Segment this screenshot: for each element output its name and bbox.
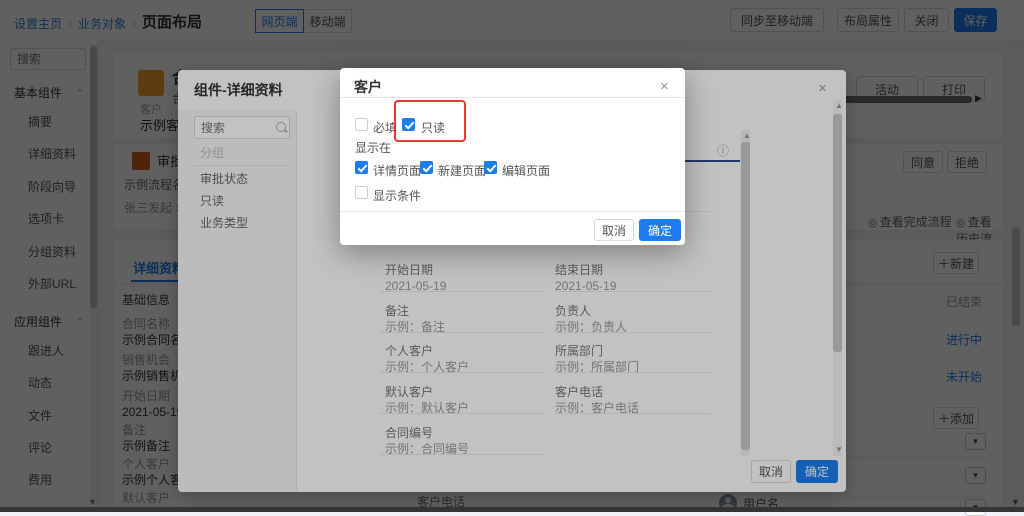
field-settings-modal: 客户 × 必填 只读 显示在 详情页面 新建页面 编辑页面 显示条件 取消 确定 <box>340 68 685 245</box>
field-modal-title: 客户 <box>354 80 382 94</box>
divider <box>340 211 685 212</box>
show-new-page-checkbox[interactable] <box>420 161 433 174</box>
show-new-page-label[interactable]: 新建页面 <box>438 162 486 179</box>
show-in-label: 显示在 <box>355 142 391 154</box>
readonly-highlight-annotation <box>394 100 466 142</box>
required-checkbox[interactable] <box>355 118 368 131</box>
show-edit-page-label[interactable]: 编辑页面 <box>502 162 550 179</box>
field-modal-cancel-button[interactable]: 取消 <box>594 219 634 241</box>
display-condition-label[interactable]: 显示条件 <box>373 187 421 204</box>
show-detail-page-label[interactable]: 详情页面 <box>373 162 421 179</box>
close-icon[interactable]: × <box>660 79 669 94</box>
display-condition-checkbox[interactable] <box>355 186 368 199</box>
show-edit-page-checkbox[interactable] <box>484 161 497 174</box>
divider <box>340 97 685 98</box>
show-detail-page-checkbox[interactable] <box>355 161 368 174</box>
field-modal-confirm-button[interactable]: 确定 <box>639 219 681 241</box>
